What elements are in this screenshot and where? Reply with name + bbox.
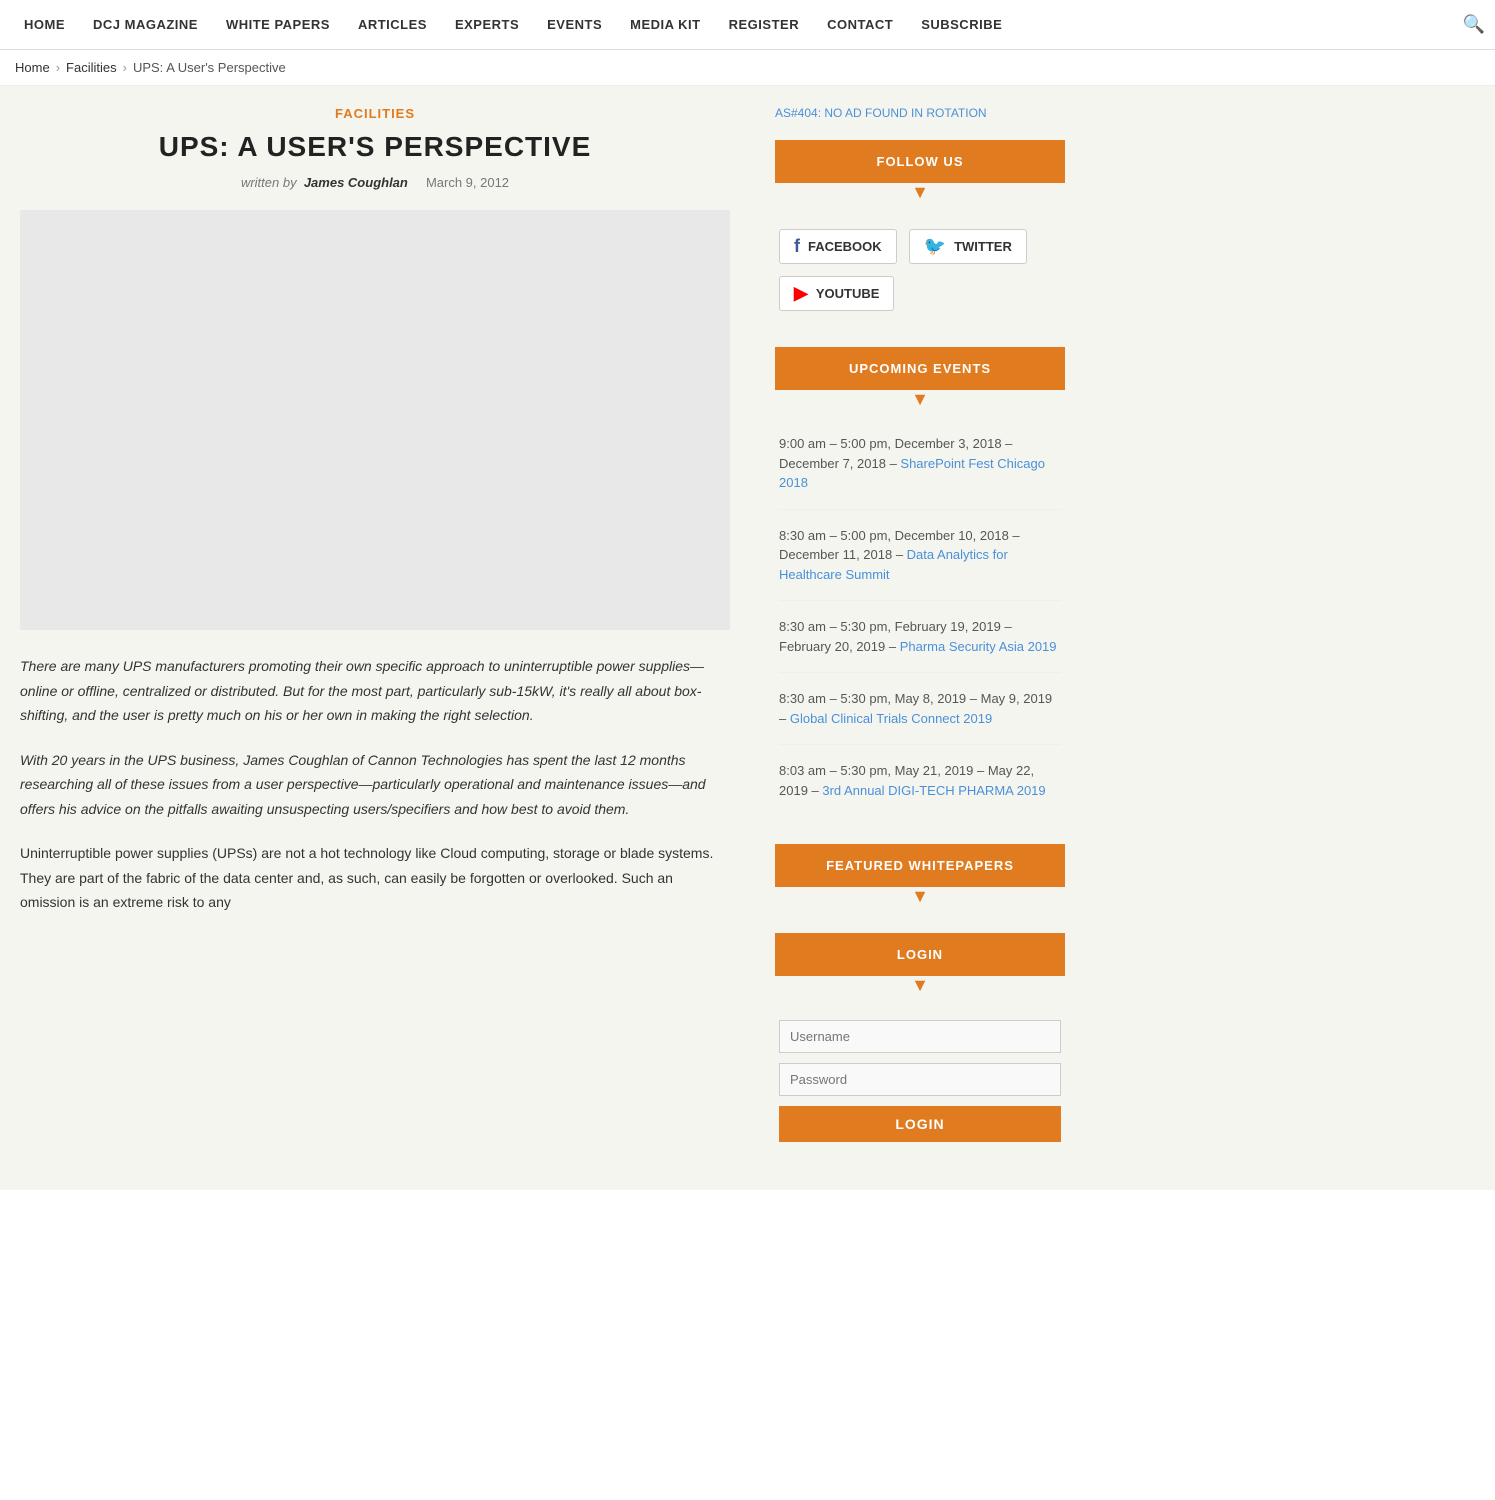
twitter-button[interactable]: 🐦 TWITTER (909, 229, 1027, 264)
article-meta: written by James Coughlan March 9, 2012 (20, 175, 730, 190)
login-header: LOGIN (777, 935, 1063, 974)
events-list: 9:00 am – 5:00 pm, December 3, 2018 – De… (775, 420, 1065, 816)
nav-contact[interactable]: CONTACT (813, 17, 907, 32)
article-para-1: There are many UPS manufacturers promoti… (20, 654, 730, 728)
article-date: March 9, 2012 (426, 175, 509, 190)
breadcrumb-sep-1: › (56, 60, 60, 75)
event-5-link[interactable]: 3rd Annual DIGI-TECH PHARMA 2019 (822, 783, 1045, 798)
category-label: FACILITIES (20, 106, 730, 121)
youtube-button[interactable]: ▶ YOUTUBE (779, 276, 894, 311)
password-input[interactable] (779, 1063, 1061, 1096)
login-arrow: ▼ (775, 976, 1065, 994)
nav-events[interactable]: EVENTS (533, 17, 616, 32)
follow-us-arrow: ▼ (775, 183, 1065, 201)
youtube-icon: ▶ (794, 283, 808, 304)
upcoming-events-header-wrapper: UPCOMING EVENTS (775, 347, 1065, 390)
nav-dcj-magazine[interactable]: DCJ MAGAZINE (79, 17, 212, 32)
article-image (20, 210, 730, 630)
follow-buttons: f FACEBOOK 🐦 TWITTER ▶ YOUTUBE (775, 213, 1065, 319)
main-content: FACILITIES UPS: A USER'S PERSPECTIVE wri… (0, 86, 760, 1190)
facebook-button[interactable]: f FACEBOOK (779, 229, 897, 264)
event-4-link[interactable]: Global Clinical Trials Connect 2019 (790, 711, 992, 726)
written-by-text: written by (241, 175, 297, 190)
youtube-label: YOUTUBE (816, 286, 880, 301)
search-button[interactable]: 🔍 (1463, 14, 1485, 35)
breadcrumb-home[interactable]: Home (15, 60, 50, 75)
nav-subscribe[interactable]: SUBSCRIBE (907, 17, 1016, 32)
featured-whitepapers-section: FEATURED WHITEPAPERS ▼ (775, 844, 1065, 905)
login-form: LOGIN (775, 1006, 1065, 1142)
nav-articles[interactable]: ARTICLES (344, 17, 441, 32)
username-input[interactable] (779, 1020, 1061, 1053)
written-by-label: written by James Coughlan (241, 175, 412, 190)
login-button[interactable]: LOGIN (779, 1106, 1061, 1142)
event-item-2: 8:30 am – 5:00 pm, December 10, 2018 – D… (779, 526, 1061, 602)
twitter-icon: 🐦 (924, 236, 946, 257)
event-item-3: 8:30 am – 5:30 pm, February 19, 2019 – F… (779, 617, 1061, 673)
article-para-2: With 20 years in the UPS business, James… (20, 748, 730, 822)
upcoming-events-section: UPCOMING EVENTS ▼ 9:00 am – 5:00 pm, Dec… (775, 347, 1065, 816)
nav-white-papers[interactable]: WHITE PAPERS (212, 17, 344, 32)
featured-whitepapers-header-wrapper: FEATURED WHITEPAPERS (775, 844, 1065, 887)
sidebar-ad: AS#404: NO AD FOUND IN ROTATION (775, 106, 1065, 120)
follow-us-section: FOLLOW US ▼ f FACEBOOK 🐦 TWITTER ▶ YOUTU… (775, 140, 1065, 319)
article-para-3: Uninterruptible power supplies (UPSs) ar… (20, 841, 730, 915)
nav-register[interactable]: REGISTER (715, 17, 813, 32)
follow-us-header: FOLLOW US (777, 142, 1063, 181)
upcoming-events-arrow: ▼ (775, 390, 1065, 408)
featured-whitepapers-header: FEATURED WHITEPAPERS (777, 846, 1063, 885)
event-3-link[interactable]: Pharma Security Asia 2019 (900, 639, 1057, 654)
event-item-5: 8:03 am – 5:30 pm, May 21, 2019 – May 22… (779, 761, 1061, 816)
featured-whitepapers-arrow: ▼ (775, 887, 1065, 905)
twitter-label: TWITTER (954, 239, 1012, 254)
facebook-label: FACEBOOK (808, 239, 882, 254)
main-nav: HOME DCJ MAGAZINE WHITE PAPERS ARTICLES … (0, 0, 1495, 50)
upcoming-events-header: UPCOMING EVENTS (777, 349, 1063, 388)
nav-home[interactable]: HOME (10, 17, 79, 32)
breadcrumb-current: UPS: A User's Perspective (133, 60, 286, 75)
nav-experts[interactable]: EXPERTS (441, 17, 533, 32)
follow-us-header-wrapper: FOLLOW US (775, 140, 1065, 183)
login-section: LOGIN ▼ LOGIN (775, 933, 1065, 1142)
breadcrumb-facilities[interactable]: Facilities (66, 60, 117, 75)
sidebar: AS#404: NO AD FOUND IN ROTATION FOLLOW U… (760, 86, 1080, 1190)
facebook-icon: f (794, 236, 800, 257)
author-name: James Coughlan (304, 175, 408, 190)
breadcrumb-sep-2: › (123, 60, 127, 75)
event-item-4: 8:30 am – 5:30 pm, May 8, 2019 – May 9, … (779, 689, 1061, 745)
login-header-wrapper: LOGIN (775, 933, 1065, 976)
breadcrumb: Home › Facilities › UPS: A User's Perspe… (0, 50, 1495, 86)
article-body: There are many UPS manufacturers promoti… (20, 654, 730, 915)
article-title: UPS: A USER'S PERSPECTIVE (20, 131, 730, 163)
page-wrapper: FACILITIES UPS: A USER'S PERSPECTIVE wri… (0, 86, 1495, 1190)
event-item-1: 9:00 am – 5:00 pm, December 3, 2018 – De… (779, 434, 1061, 510)
nav-media-kit[interactable]: MEDIA KIT (616, 17, 714, 32)
